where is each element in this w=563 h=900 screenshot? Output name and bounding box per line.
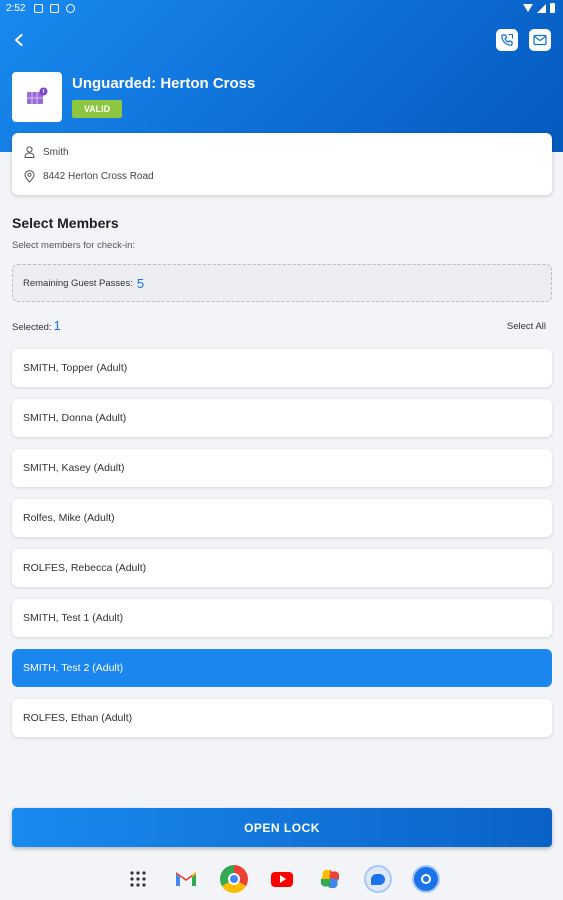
signal-icon (537, 3, 546, 13)
battery-icon (550, 3, 555, 13)
section-title: Select Members (12, 215, 119, 231)
guest-passes-box: Remaining Guest Passes: 5 (12, 264, 552, 302)
person-icon (24, 146, 35, 158)
wifi-icon (523, 4, 533, 12)
gmail-icon[interactable] (172, 865, 200, 893)
location-name-row: Smith (24, 146, 69, 158)
member-item[interactable]: SMITH, Donna (Adult) (12, 399, 552, 437)
member-item[interactable]: SMITH, Kasey (Adult) (12, 449, 552, 487)
notification-icon (34, 4, 43, 13)
youtube-icon[interactable] (268, 865, 296, 893)
sim-icon (50, 4, 59, 13)
phone-icon (501, 33, 514, 46)
location-pin-icon (24, 170, 35, 183)
header: 2:52 Unguarded: Herton Cross VALID (0, 0, 563, 152)
sync-icon (66, 4, 75, 13)
app-icon[interactable] (411, 865, 440, 893)
location-name: Smith (43, 146, 69, 158)
call-button[interactable] (496, 29, 518, 51)
status-icons (523, 3, 555, 13)
selected-label: Selected: (12, 322, 52, 333)
guest-passes-count: 5 (136, 275, 145, 291)
member-item[interactable]: SMITH, Topper (Adult) (12, 349, 552, 387)
section-subtitle: Select members for check-in: (12, 240, 136, 251)
select-all-button[interactable]: Select All (507, 321, 546, 332)
gate-icon (27, 87, 48, 104)
location-card: Smith 8442 Herton Cross Road (12, 133, 552, 195)
status-badge: VALID (72, 100, 122, 118)
app-dock (0, 858, 563, 900)
site-title: Unguarded: Herton Cross (72, 75, 256, 92)
chrome-icon[interactable] (219, 865, 248, 893)
address-row: 8442 Herton Cross Road (24, 170, 154, 183)
back-button[interactable] (8, 29, 30, 51)
member-item[interactable]: ROLFES, Ethan (Adult) (12, 699, 552, 737)
status-bar: 2:52 (0, 0, 563, 18)
status-time: 2:52 (6, 3, 26, 14)
back-arrow-icon (15, 34, 23, 46)
messages-icon[interactable] (363, 865, 392, 893)
selected-count: 1 (53, 318, 61, 333)
selected-summary: Selected: 1 (12, 318, 61, 333)
site-logo (12, 72, 62, 122)
member-item[interactable]: Rolfes, Mike (Adult) (12, 499, 552, 537)
member-item[interactable]: SMITH, Test 1 (Adult) (12, 599, 552, 637)
photos-icon[interactable] (316, 865, 344, 893)
email-button[interactable] (529, 29, 551, 51)
location-address: 8442 Herton Cross Road (43, 171, 154, 182)
mail-icon (533, 34, 547, 46)
guest-passes-label: Remaining Guest Passes: (23, 277, 133, 289)
member-item[interactable]: ROLFES, Rebecca (Adult) (12, 549, 552, 587)
open-lock-button[interactable]: OPEN LOCK (12, 808, 552, 847)
member-item-selected[interactable]: SMITH, Test 2 (Adult) (12, 649, 552, 687)
app-drawer-icon[interactable] (124, 865, 152, 893)
